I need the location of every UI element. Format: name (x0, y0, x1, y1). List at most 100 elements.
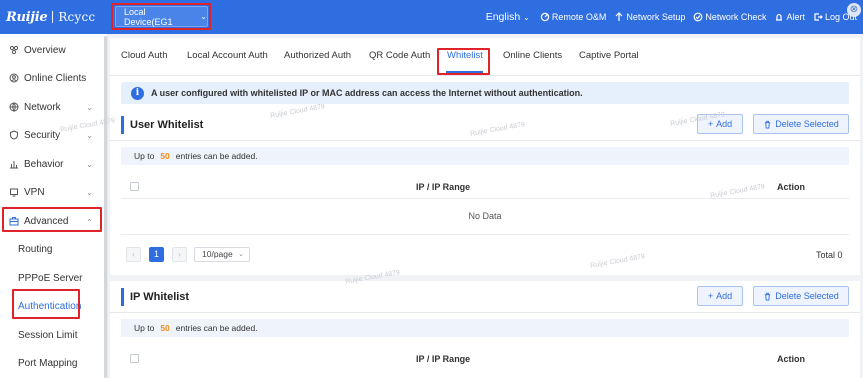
tab-qr-code-auth[interactable]: QR Code Auth (369, 50, 430, 61)
next-page-button[interactable]: › (172, 247, 187, 262)
info-icon: i (131, 86, 144, 100)
sidebar-item-session-limit[interactable]: Session Limit (0, 321, 103, 349)
settings-corner-icon[interactable]: ⊗ (847, 3, 861, 17)
auth-tabs: Cloud Auth Local Account Auth Authorized… (110, 38, 860, 76)
limit-suffix: entries can be added. (175, 151, 258, 161)
user-whitelist-add-button[interactable]: + Add (697, 114, 743, 134)
main-panel: Cloud Auth Local Account Auth Authorized… (60, 38, 860, 378)
sidebar-item-label: VPN (24, 186, 45, 198)
sidebar-item-label: Overview (24, 44, 66, 56)
ip-whitelist-title: IP Whitelist (121, 288, 189, 306)
watermark: Ruijie Cloud 4879 (269, 103, 326, 120)
table-row-separator (121, 198, 849, 199)
sidebar-item-label: Behavior (24, 158, 64, 170)
sidebar-item-label: Security (24, 129, 61, 141)
limit-value: 50 (160, 151, 170, 161)
language-label: English (485, 11, 521, 23)
online-clients-icon (7, 73, 21, 83)
network-setup-button[interactable]: Network Setup (614, 12, 685, 22)
sidebar-item-behavior[interactable]: Behavior ⌄ (0, 150, 103, 178)
remote-om-label: Remote O&M (551, 12, 607, 22)
tab-whitelist[interactable]: Whitelist (447, 50, 483, 61)
tab-authorized-auth[interactable]: Authorized Auth (284, 50, 351, 61)
network-setup-icon (615, 12, 623, 21)
sidebar-item-advanced[interactable]: Advanced ⌄ (0, 207, 103, 235)
shield-icon (7, 130, 21, 140)
chevron-up-icon: ⌄ (86, 216, 93, 226)
select-all-checkbox[interactable] (130, 182, 139, 191)
alert-button[interactable]: Alert (774, 12, 805, 22)
logout-icon (814, 13, 823, 21)
delete-label: Delete Selected (775, 291, 839, 301)
chevron-down-icon: ⌄ (523, 12, 530, 22)
prev-page-button[interactable]: ‹ (126, 247, 141, 262)
active-tab-indicator (446, 71, 483, 73)
sidebar-item-pppoe-server[interactable]: PPPoE Server (0, 264, 103, 292)
sidebar-item-port-mapping[interactable]: Port Mapping (0, 349, 103, 377)
add-label: Add (716, 291, 733, 301)
chevron-down-icon: ⌄ (86, 130, 93, 140)
empty-state: No Data (468, 211, 502, 221)
vpn-icon (7, 187, 21, 197)
section-divider (110, 275, 860, 281)
info-text: A user configured with whitelisted IP or… (151, 88, 583, 98)
language-selector[interactable]: English ⌄ (486, 11, 530, 23)
tab-online-clients[interactable]: Online Clients (503, 50, 562, 61)
sidebar-item-vpn[interactable]: VPN ⌄ (0, 178, 103, 206)
sidebar-item-label: Port Mapping (18, 357, 78, 369)
sidebar-item-overview[interactable]: Overview (0, 36, 103, 64)
sidebar-item-network[interactable]: Network ⌄ (0, 93, 103, 121)
sidebar-item-online-clients[interactable]: Online Clients (0, 64, 103, 92)
user-whitelist-title: User Whitelist (121, 116, 203, 134)
page-number-current[interactable]: 1 (149, 247, 164, 262)
user-whitelist-limit-note: Up to 50 entries can be added. (121, 147, 849, 165)
logo-brand-text: Ruijie (6, 9, 48, 25)
ip-whitelist-limit-note: Up to 50 entries can be added. (121, 319, 849, 337)
sidebar-scrollbar[interactable] (104, 36, 107, 378)
sidebar-item-routing[interactable]: Routing (0, 235, 103, 263)
column-action: Action (777, 182, 805, 192)
add-label: Add (716, 119, 733, 129)
ip-whitelist-delete-button[interactable]: Delete Selected (753, 286, 849, 306)
page-size-label: 10/page (202, 249, 233, 259)
section-divider (110, 140, 860, 141)
limit-prefix: Up to (134, 323, 155, 333)
tab-cloud-auth[interactable]: Cloud Auth (121, 50, 167, 61)
tab-local-account-auth[interactable]: Local Account Auth (187, 50, 268, 61)
sidebar-item-authentication[interactable]: Authentication (0, 292, 103, 320)
sidebar-item-security[interactable]: Security ⌄ (0, 121, 103, 149)
chevron-down-icon: ⌄ (238, 251, 244, 258)
sidebar-item-label: Online Clients (24, 72, 87, 84)
sidebar: Overview Online Clients Network ⌄ Securi… (0, 34, 108, 378)
page-size-select[interactable]: 10/page ⌄ (194, 247, 250, 262)
table-row-separator (121, 234, 849, 235)
section-divider (110, 312, 860, 313)
column-action: Action (777, 354, 805, 364)
delete-label: Delete Selected (775, 119, 839, 129)
device-selector[interactable]: Local Device(EG1 ⌄ (115, 6, 208, 27)
user-whitelist-table-header: IP / IP Range Action (121, 176, 849, 198)
sidebar-item-label: PPPoE Server (18, 272, 83, 284)
top-bar: Ruijie Rcycc Local Device(EG1 ⌄ English … (0, 0, 863, 34)
sidebar-item-label: Routing (18, 243, 53, 255)
brand-logo: Ruijie Rcycc (6, 10, 95, 25)
network-setup-label: Network Setup (626, 12, 686, 22)
sidebar-item-label: Session Limit (18, 329, 78, 341)
limit-value: 50 (160, 323, 170, 333)
plus-icon: + (707, 291, 714, 301)
column-ip-range: IP / IP Range (416, 354, 471, 364)
info-banner: i A user configured with whitelisted IP … (121, 82, 849, 104)
watermark: Ruijie Cloud 4879 (589, 253, 646, 270)
network-check-button[interactable]: Network Check (693, 12, 766, 22)
remote-om-button[interactable]: Remote O&M (540, 12, 607, 22)
limit-suffix: entries can be added. (175, 323, 258, 333)
select-all-checkbox[interactable] (130, 354, 139, 363)
ip-whitelist-add-button[interactable]: + Add (697, 286, 743, 306)
plus-icon: + (707, 119, 714, 129)
user-whitelist-delete-button[interactable]: Delete Selected (753, 114, 849, 134)
alert-label: Alert (786, 12, 805, 22)
tab-captive-portal[interactable]: Captive Portal (579, 50, 639, 61)
chevron-down-icon: ⌄ (200, 12, 207, 21)
network-check-label: Network Check (705, 12, 767, 22)
trash-icon (765, 120, 771, 129)
